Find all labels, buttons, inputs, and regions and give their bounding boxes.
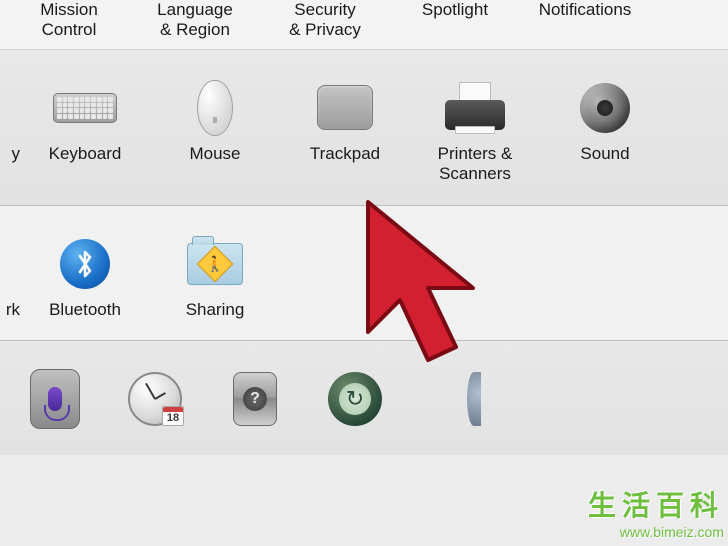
pref-time-machine[interactable] <box>320 369 390 435</box>
network-icon <box>0 234 20 294</box>
pref-network-partial[interactable]: rk <box>0 234 20 320</box>
pref-bluetooth[interactable]: Bluetooth <box>20 234 150 320</box>
prefs-row-hardware: y Keyboard Mouse Trackpad Printers & Sca… <box>0 50 728 206</box>
pref-printers-scanners[interactable]: Printers & Scanners <box>410 78 540 185</box>
pref-mission-control[interactable]: Mission Control <box>0 0 130 41</box>
pref-label: Trackpad <box>310 144 380 164</box>
pref-mouse[interactable]: Mouse <box>150 78 280 164</box>
printer-icon <box>440 78 510 138</box>
microphone-icon <box>20 369 90 429</box>
watermark-text: 生活百科 <box>588 484 724 524</box>
watermark: 生活百科 www.bimeiz.com <box>588 484 724 540</box>
accessibility-icon <box>420 369 490 429</box>
pref-label: Notifications <box>539 0 632 20</box>
pref-spotlight[interactable]: Spotlight <box>390 0 520 20</box>
pref-label: Bluetooth <box>49 300 121 320</box>
pref-language-region[interactable]: Language & Region <box>130 0 260 41</box>
watermark-url: www.bimeiz.com <box>588 524 724 540</box>
pref-security-privacy[interactable]: Security & Privacy <box>260 0 390 41</box>
display-icon <box>0 78 20 138</box>
trackpad-icon <box>310 78 380 138</box>
pref-label: Printers & Scanners <box>438 144 513 185</box>
mouse-icon <box>180 78 250 138</box>
pref-partial-left[interactable]: y <box>0 78 20 164</box>
pref-sound[interactable]: Sound <box>540 78 670 164</box>
clock-calendar-icon: 18 <box>120 369 190 429</box>
prefs-row-internet: rk Bluetooth 🚶 Sharing <box>0 206 728 341</box>
speaker-icon <box>570 78 640 138</box>
pref-date-time[interactable]: 18 <box>120 369 190 435</box>
pref-label: Spotlight <box>422 0 488 20</box>
pref-label: Mission Control <box>40 0 98 41</box>
pref-label: Sound <box>580 144 629 164</box>
bluetooth-icon <box>50 234 120 294</box>
pref-sharing[interactable]: 🚶 Sharing <box>150 234 280 320</box>
pref-label: Language & Region <box>157 0 233 41</box>
pref-startup-disk[interactable]: ? <box>220 369 290 435</box>
pref-accessibility-partial[interactable] <box>420 369 490 435</box>
keyboard-icon <box>50 78 120 138</box>
prefs-row-system: 18 ? <box>0 341 728 455</box>
timemachine-icon <box>320 369 390 429</box>
pref-label: Keyboard <box>49 144 122 164</box>
prefs-row-personal: Mission Control Language & Region Securi… <box>0 0 728 50</box>
pref-keyboard[interactable]: Keyboard <box>20 78 150 164</box>
pref-label: Sharing <box>186 300 245 320</box>
harddrive-icon: ? <box>220 369 290 429</box>
sharing-folder-icon: 🚶 <box>180 234 250 294</box>
pref-trackpad[interactable]: Trackpad <box>280 78 410 164</box>
pref-notifications[interactable]: Notifications <box>520 0 650 20</box>
pref-label: rk <box>6 300 20 320</box>
pref-label: Security & Privacy <box>289 0 361 41</box>
pref-dictation-speech[interactable] <box>20 369 90 435</box>
pref-label: Mouse <box>189 144 240 164</box>
pref-label: y <box>12 144 21 164</box>
